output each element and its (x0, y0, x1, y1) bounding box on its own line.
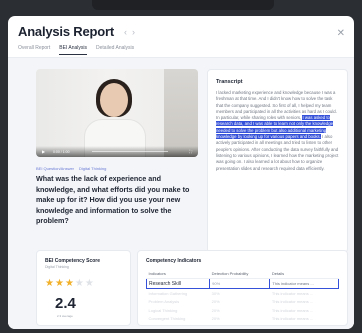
star-filled-icon: ★ (54, 278, 65, 289)
star-empty-icon: ★ (84, 278, 95, 289)
chevron-left-icon[interactable]: ‹ (124, 27, 127, 37)
screen: Analysis Report ‹ › ✕ Overall Report BEI… (0, 0, 362, 333)
star-empty-icon: ★ (74, 278, 85, 289)
indicator-name: Convergent Thinking (148, 316, 186, 322)
indicator-probability: 20% (211, 316, 220, 322)
indicator-name: Problem Analysis (148, 299, 180, 305)
interviewee-face (100, 83, 128, 117)
analysis-report-modal: Analysis Report ‹ › ✕ Overall Report BEI… (8, 16, 354, 329)
report-body: ▶ 0:00 / 1:00 ⛶ BEI Question/Answer Digi… (8, 58, 354, 329)
table-row[interactable]: Information Gathering 30% This indicator… (147, 289, 339, 298)
star-rating: ★★★★★ (45, 278, 122, 289)
table-row[interactable]: Convergent Thinking 20% This indicator m… (147, 315, 339, 323)
chevron-right-icon[interactable]: › (132, 27, 135, 37)
page-title: Analysis Report (18, 24, 114, 39)
column-header: Indicators (146, 269, 210, 279)
transcript-text[interactable]: I lacked marketing experience and knowle… (216, 90, 339, 172)
indicator-probability: 30% (211, 291, 220, 297)
question-tag: Digital Thinking (79, 166, 107, 171)
star-filled-icon: ★ (45, 278, 55, 289)
transcript-title: Transcript (216, 79, 243, 85)
indicator-name: Logical Thinking (148, 307, 178, 313)
tab-bar: Overall Report BEI Analysis Detailed Ana… (18, 45, 344, 55)
indicator-details: This indicator means ... (271, 316, 314, 322)
indicator-name: Information Gathering (148, 291, 188, 297)
video-background-shelf (164, 69, 198, 157)
competency-score-card: BEI Competency Score Digital Thinking ★★… (36, 250, 131, 326)
indicator-details: This indicator means ... (269, 277, 339, 290)
column-header: Details (269, 269, 339, 279)
indicator-details: This indicator means ... (271, 291, 314, 297)
answer-video[interactable]: ▶ 0:00 / 1:00 ⛶ (36, 69, 198, 157)
table-header-row: Indicators Detection Probability Details (146, 269, 339, 279)
indicator-details: This indicator means ... (271, 307, 314, 313)
column-header: Detection Probability (209, 269, 270, 279)
indicators-title: Competency Indicators (146, 258, 202, 264)
tab-overall-report[interactable]: Overall Report (18, 45, 50, 55)
competency-indicators-card: Competency Indicators Indicators Detecti… (137, 250, 348, 326)
table-row[interactable]: Logical Thinking 20% This indicator mean… (147, 306, 339, 314)
indicator-probability: 20% (211, 299, 220, 305)
competency-score-subtitle: Digital Thinking (45, 265, 69, 269)
tab-bei-analysis[interactable]: BEI Analysis (59, 45, 88, 55)
question-text: What was the lack of experience and know… (36, 174, 190, 226)
indicator-probability: 20% (211, 307, 220, 313)
indicators-table: Indicators Detection Probability Details… (145, 269, 339, 323)
question-tag: BEI Question/Answer (36, 166, 75, 171)
video-controls: ▶ 0:00 / 1:00 ⛶ (36, 146, 198, 157)
modal-header: Analysis Report ‹ › ✕ Overall Report BEI… (8, 16, 354, 58)
competency-score-title: BEI Competency Score (45, 258, 101, 264)
video-time: 0:00 / 1:00 (53, 150, 70, 154)
indicator-details: This indicator means ... (271, 299, 314, 305)
competency-score-value: 2.4 (55, 295, 76, 312)
table-row[interactable]: Problem Analysis 20% This indicator mean… (147, 298, 339, 306)
play-icon[interactable]: ▶ (42, 149, 45, 154)
table-row-selected[interactable]: Research Skill 90% This indicator means … (145, 277, 339, 290)
transcript-card: Transcript I lacked marketing experience… (207, 69, 348, 253)
indicator-name: Research Skill (145, 277, 211, 290)
background-window (92, 0, 274, 10)
transcript-text-after: I also actively participated in all meet… (216, 134, 339, 171)
tab-detailed-analysis[interactable]: Detailed Analysis (96, 45, 134, 55)
video-progress-bar[interactable] (92, 151, 168, 152)
star-filled-icon: ★ (64, 278, 75, 289)
indicator-probability: 90% (209, 277, 271, 290)
question-tags: BEI Question/Answer Digital Thinking (36, 166, 106, 171)
competency-score-caption: 2.3 average (57, 314, 73, 318)
close-icon[interactable]: ✕ (337, 28, 345, 39)
fullscreen-icon[interactable]: ⛶ (189, 149, 192, 154)
